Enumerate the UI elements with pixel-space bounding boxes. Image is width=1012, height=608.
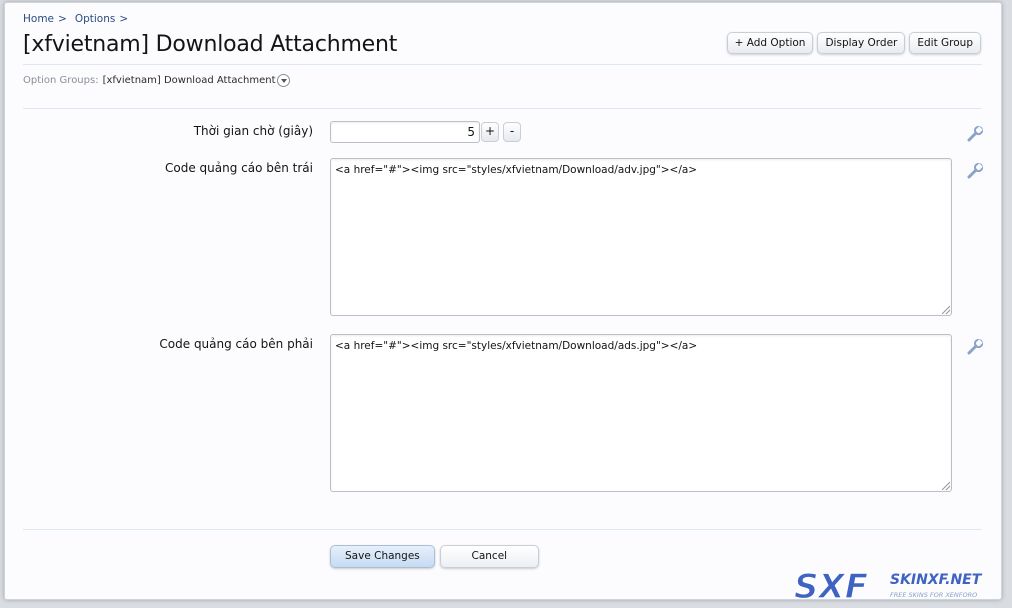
watermark-site-text: SKINXF.NET [890, 572, 983, 588]
options-panel: Home > Options > [xfvietnam] Download Attac… [4, 2, 1002, 600]
option-groups-label: Option Groups: [23, 75, 99, 86]
divider [23, 108, 982, 109]
add-option-button[interactable]: + Add Option [726, 32, 814, 54]
wrench-icon[interactable] [966, 162, 984, 180]
right-ad-code-label: Code quảng cáo bên phải [159, 337, 313, 351]
breadcrumb-separator: > [119, 13, 129, 25]
right-ad-code-textarea[interactable]: <a href="#"><img src="styles/xfvietnam/D… [330, 334, 952, 492]
breadcrumb-home[interactable]: Home [23, 13, 54, 25]
breadcrumb-separator: > [58, 13, 67, 25]
left-ad-code-textarea[interactable]: <a href="#"><img src="styles/xfvietnam/D… [330, 158, 952, 316]
resize-handle[interactable] [942, 482, 950, 490]
option-groups-value[interactable]: [xfvietnam] Download Attachment [103, 75, 276, 86]
divider [23, 529, 982, 530]
increment-button[interactable]: + [481, 122, 499, 142]
wrench-icon[interactable] [966, 338, 984, 356]
wrench-icon[interactable] [966, 125, 984, 143]
option-groups: Option Groups: [xfvietnam] Download Atta… [23, 74, 291, 87]
right-ad-code-value: <a href="#"><img src="styles/xfvietnam/D… [335, 340, 698, 352]
decrement-button[interactable]: - [503, 122, 521, 142]
left-ad-code-value: <a href="#"><img src="styles/xfvietnam/D… [335, 164, 698, 176]
breadcrumb-options[interactable]: Options [75, 13, 116, 25]
watermark-logo-text: SXF [794, 568, 868, 604]
wait-time-label: Thời gian chờ (giây) [193, 124, 313, 138]
breadcrumb: Home > Options > [23, 13, 136, 25]
resize-handle[interactable] [942, 306, 950, 314]
chevron-down-icon[interactable] [277, 74, 291, 87]
divider [23, 64, 982, 65]
display-order-button[interactable]: Display Order [817, 32, 906, 54]
watermark-tagline-text: FREE SKINS FOR XENFORO [890, 591, 977, 599]
skinxf-watermark-logo: SXF SKINXF.NET FREE SKINS FOR XENFORO [793, 568, 983, 604]
left-ad-code-label: Code quảng cáo bên trái [164, 161, 313, 175]
save-changes-button[interactable]: Save Changes [330, 545, 435, 568]
edit-group-button[interactable]: Edit Group [909, 32, 981, 54]
page-title: [xfvietnam] Download Attachment [23, 32, 398, 57]
wait-time-input[interactable]: 5 [330, 121, 480, 143]
cancel-button[interactable]: Cancel [439, 545, 539, 568]
form-actions: Save Changes Cancel [330, 545, 539, 568]
top-action-buttons: + Add Option Display Order Edit Group [726, 32, 981, 54]
